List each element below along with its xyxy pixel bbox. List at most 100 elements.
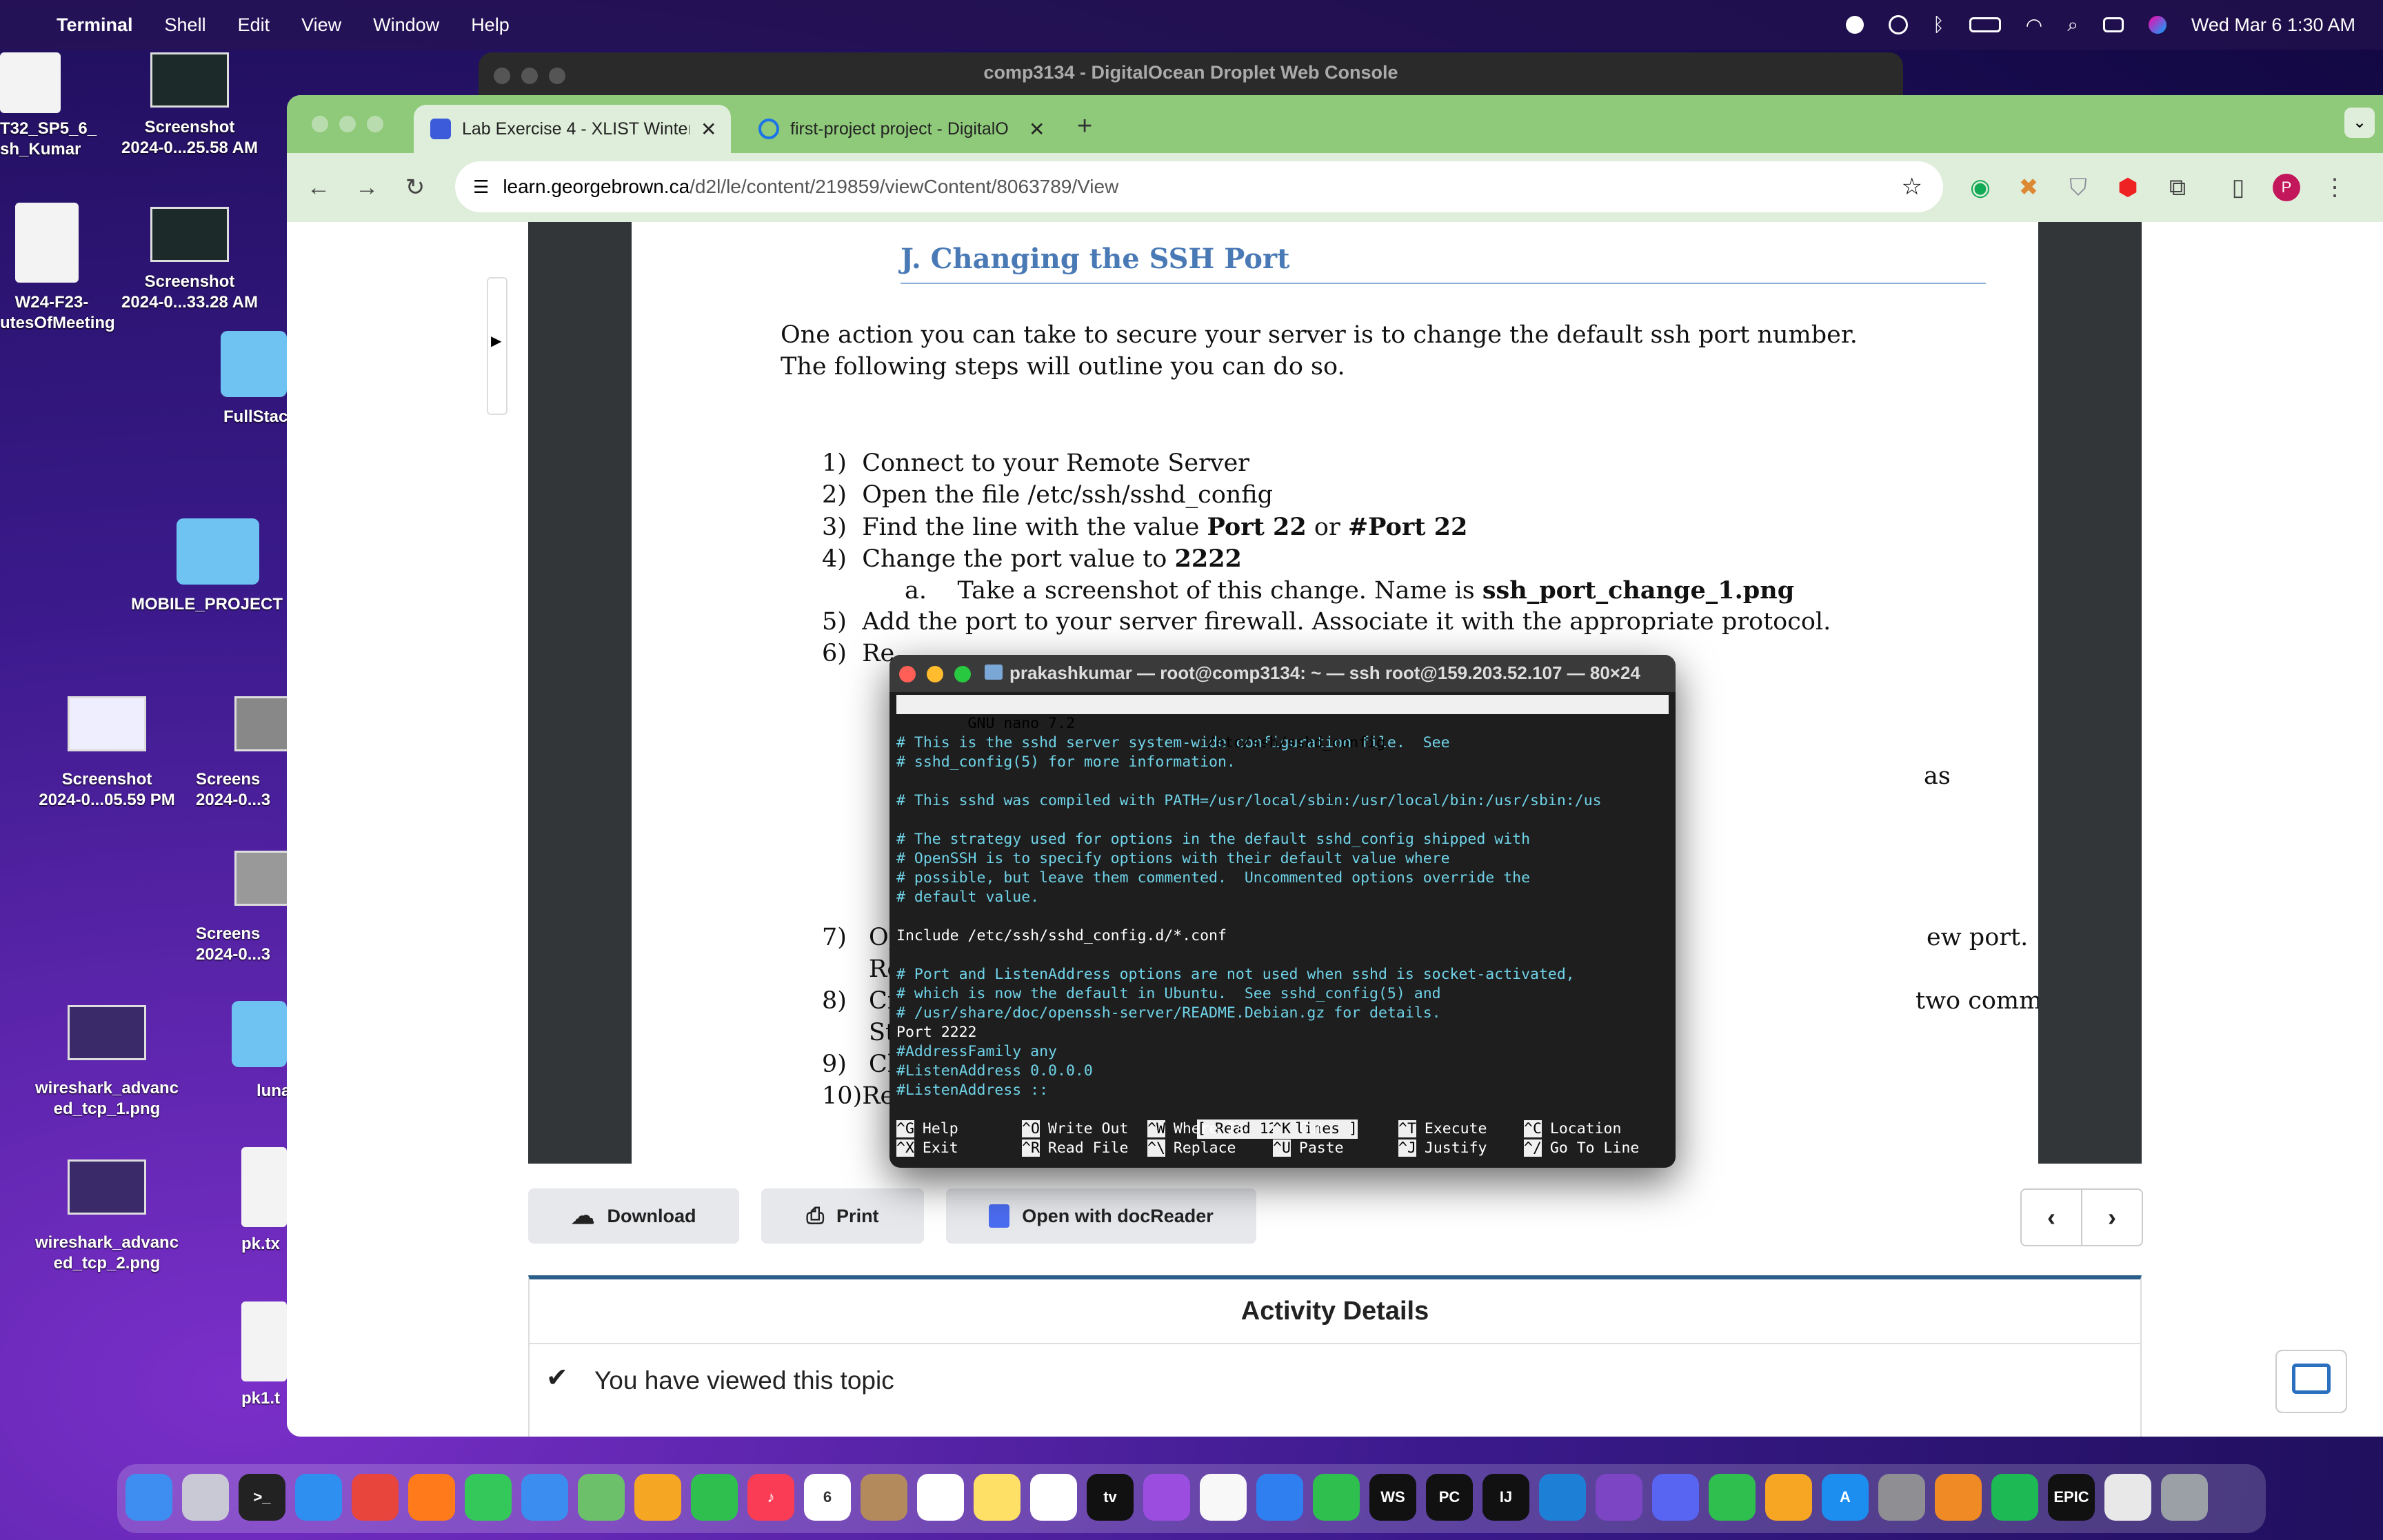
tab-search-chevron-icon[interactable]: ⌄ [2344, 108, 2375, 138]
messages-icon[interactable] [465, 1474, 512, 1521]
podcasts-icon[interactable] [1143, 1474, 1190, 1521]
download-button[interactable]: ☁ Download [528, 1188, 739, 1244]
background-console-window[interactable]: comp3134 - DigitalOcean Droplet Web Cons… [479, 52, 1903, 101]
facetime-icon[interactable] [691, 1474, 738, 1521]
side-panel-icon[interactable]: ▯ [2224, 174, 2252, 201]
pages-icon[interactable] [1765, 1474, 1812, 1521]
desktop-item[interactable]: Screens 2024-0...3 [196, 696, 290, 811]
epic-games-icon[interactable]: EPIC [2048, 1474, 2095, 1521]
nano-shortcut[interactable]: ^W Where Is [1147, 1119, 1245, 1139]
desktop-item[interactable]: wireshark_advanc ed_tcp_2.png [21, 1159, 193, 1274]
desktop-item[interactable]: T32_SP5_6_ sh_Kumar [0, 52, 103, 160]
new-tab-icon[interactable]: + [1077, 112, 1092, 141]
desktop-item[interactable]: Screenshot 2024-0...33.28 AM [117, 207, 262, 313]
nano-line[interactable]: # sshd_config(5) for more information. [896, 753, 1669, 772]
desktop-item[interactable]: FullStac [221, 331, 288, 427]
reload-icon[interactable]: ↻ [401, 174, 429, 201]
nano-line[interactable]: # default value. [896, 888, 1669, 907]
bookmark-star-icon[interactable]: ☆ [1902, 173, 1922, 201]
chrome-icon[interactable] [352, 1474, 399, 1521]
nano-line[interactable]: # which is now the default in Ubuntu. Se… [896, 984, 1669, 1004]
nano-shortcut[interactable]: ^X Exit [896, 1139, 958, 1158]
desktop-item[interactable]: Screenshot 2024-0...25.58 AM [117, 52, 262, 159]
finder-icon[interactable] [125, 1474, 172, 1521]
nano-line[interactable] [896, 907, 1669, 926]
tab-close-icon[interactable]: ✕ [1029, 118, 1045, 141]
menubar-clock[interactable]: Wed Mar 6 1:30 AM [2191, 14, 2355, 36]
nano-line[interactable]: # OpenSSH is to specify options with the… [896, 849, 1669, 869]
site-info-icon[interactable]: ☰ [473, 176, 489, 198]
battery-icon[interactable] [1969, 17, 2001, 32]
nano-line[interactable]: #AddressFamily any [896, 1042, 1669, 1062]
extension-tool-icon[interactable]: ✖ [2015, 174, 2042, 201]
vpn-icon[interactable] [1935, 1474, 1982, 1521]
window-zoom-icon[interactable] [367, 116, 383, 132]
nano-shortcut[interactable]: ^\ Replace [1147, 1139, 1236, 1158]
pycharm-icon[interactable]: PC [1426, 1474, 1473, 1521]
shield-extension-icon[interactable]: ⛉ [2064, 174, 2092, 201]
discord-icon[interactable] [1652, 1474, 1699, 1521]
address-bar[interactable]: ☰ learn.georgebrown.ca /d2l/le/content/2… [455, 161, 1943, 212]
open-with-docreader-button[interactable]: Open with docReader [946, 1188, 1256, 1244]
system-settings-icon[interactable] [1878, 1474, 1925, 1521]
nano-line[interactable]: Include /etc/ssh/sshd_config.d/*.conf [896, 926, 1669, 946]
siri-icon[interactable] [2148, 16, 2166, 34]
desktop-item[interactable]: Screens 2024-0...3 [196, 851, 290, 965]
terminal-window[interactable]: prakashkumar — root@comp3134: ~ — ssh ro… [889, 655, 1676, 1168]
airdrop-icon[interactable] [1888, 15, 1908, 34]
nano-line[interactable]: # Port and ListenAddress options are not… [896, 965, 1669, 984]
window-minimize-icon[interactable] [339, 116, 356, 132]
visualstudio-icon[interactable] [1596, 1474, 1642, 1521]
nano-line[interactable]: # The strategy used for options in the d… [896, 830, 1669, 849]
desktop-item[interactable]: W24-F23- utesOfMeeting [0, 203, 115, 334]
contacts-icon[interactable] [861, 1474, 907, 1521]
previous-page-button[interactable]: ‹ [2020, 1188, 2082, 1246]
tab-lab-exercise[interactable]: Lab Exercise 4 - XLIST Winter ✕ [414, 105, 731, 153]
nano-line[interactable]: #ListenAddress 0.0.0.0 [896, 1062, 1669, 1081]
documents-icon[interactable] [2104, 1474, 2151, 1521]
nano-line[interactable]: # possible, but leave them commented. Un… [896, 869, 1669, 888]
desktop-item[interactable]: luna [232, 1001, 290, 1102]
forward-arrow-icon[interactable]: → [353, 174, 381, 201]
tab-digitalocean[interactable]: first-project project - DigitalO ✕ [742, 105, 1059, 153]
bluetooth-icon[interactable]: ᛒ [1933, 14, 1944, 36]
desktop-item[interactable]: pk1.t [241, 1301, 287, 1409]
numbers-icon[interactable] [1313, 1474, 1360, 1521]
reminders-icon[interactable] [917, 1474, 964, 1521]
nano-line[interactable]: #ListenAddress :: [896, 1081, 1669, 1100]
print-button[interactable]: ⎙ Print [761, 1188, 924, 1244]
nano-line[interactable]: Port 2222 [896, 1023, 1669, 1042]
menu-edit[interactable]: Edit [238, 14, 270, 36]
nano-shortcut[interactable]: ^/ Go To Line [1524, 1139, 1639, 1158]
desktop-item[interactable]: MOBILE_PROJECT [131, 518, 287, 615]
vscode-icon[interactable] [1539, 1474, 1586, 1521]
nano-line[interactable]: # /usr/share/doc/openssh-server/README.D… [896, 1004, 1669, 1023]
menu-window[interactable]: Window [373, 14, 439, 36]
mail-icon[interactable] [521, 1474, 568, 1521]
launchpad-icon[interactable] [182, 1474, 229, 1521]
maps-icon[interactable] [578, 1474, 625, 1521]
nano-editor[interactable]: GNU nano 7.2 /etc/ssh/sshd_config # This… [896, 695, 1669, 1168]
nano-shortcut[interactable]: ^O Write Out [1022, 1119, 1128, 1139]
nano-shortcut[interactable]: ^G Help [896, 1119, 958, 1139]
safari-icon[interactable] [295, 1474, 342, 1521]
webstorm-icon[interactable]: WS [1369, 1474, 1416, 1521]
trash-icon[interactable] [2161, 1474, 2208, 1521]
browser-menu-icon[interactable]: ⋮ [2321, 174, 2349, 201]
news-icon[interactable] [1200, 1474, 1247, 1521]
profile-avatar[interactable]: P [2273, 174, 2300, 201]
nano-line[interactable]: # This sshd was compiled with PATH=/usr/… [896, 791, 1669, 811]
appletv-icon[interactable]: tv [1087, 1474, 1134, 1521]
nano-shortcut[interactable]: ^C Location [1524, 1119, 1621, 1139]
nano-shortcut[interactable]: ^K Cut [1273, 1119, 1326, 1139]
spotify-icon[interactable] [1991, 1474, 2038, 1521]
nano-line[interactable] [896, 946, 1669, 965]
window-zoom-icon[interactable] [954, 666, 971, 682]
vpn-status-icon[interactable] [1845, 16, 1864, 34]
wifi-icon[interactable]: ◠ [2026, 14, 2042, 37]
nano-shortcut[interactable]: ^T Execute [1398, 1119, 1487, 1139]
nano-shortcut[interactable]: ^U Paste [1273, 1139, 1344, 1158]
extensions-puzzle-icon[interactable]: ⧉ [2164, 174, 2191, 201]
next-page-button[interactable]: › [2081, 1188, 2143, 1246]
window-minimize-icon[interactable] [927, 666, 943, 682]
